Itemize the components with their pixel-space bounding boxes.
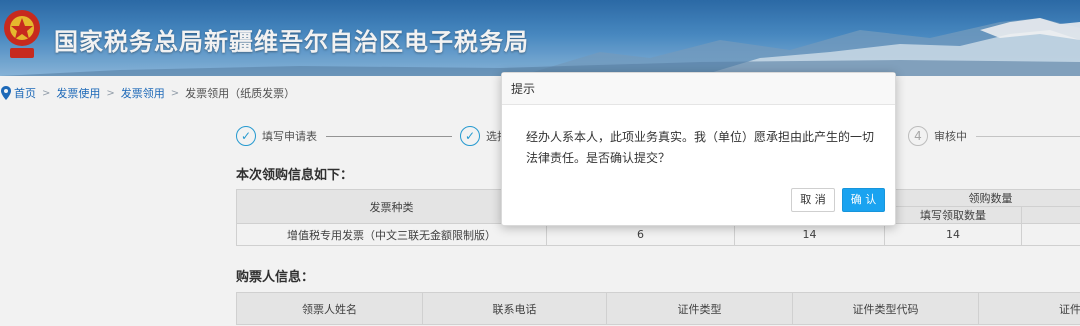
app-root: 国家税务总局新疆维吾尔自治区电子税务局 首页 > 发票使用 > 发票领用 > 发… xyxy=(0,0,1080,326)
dialog-message: 经办人系本人，此项业务真实。我（单位）愿承担由此产生的一切法律责任。是否确认提交… xyxy=(526,130,875,165)
cancel-button[interactable]: 取 消 xyxy=(791,188,835,212)
confirm-button[interactable]: 确 认 xyxy=(842,188,885,212)
confirm-dialog: 提示 经办人系本人，此项业务真实。我（单位）愿承担由此产生的一切法律责任。是否确… xyxy=(501,72,896,226)
dialog-title: 提示 xyxy=(502,73,895,105)
